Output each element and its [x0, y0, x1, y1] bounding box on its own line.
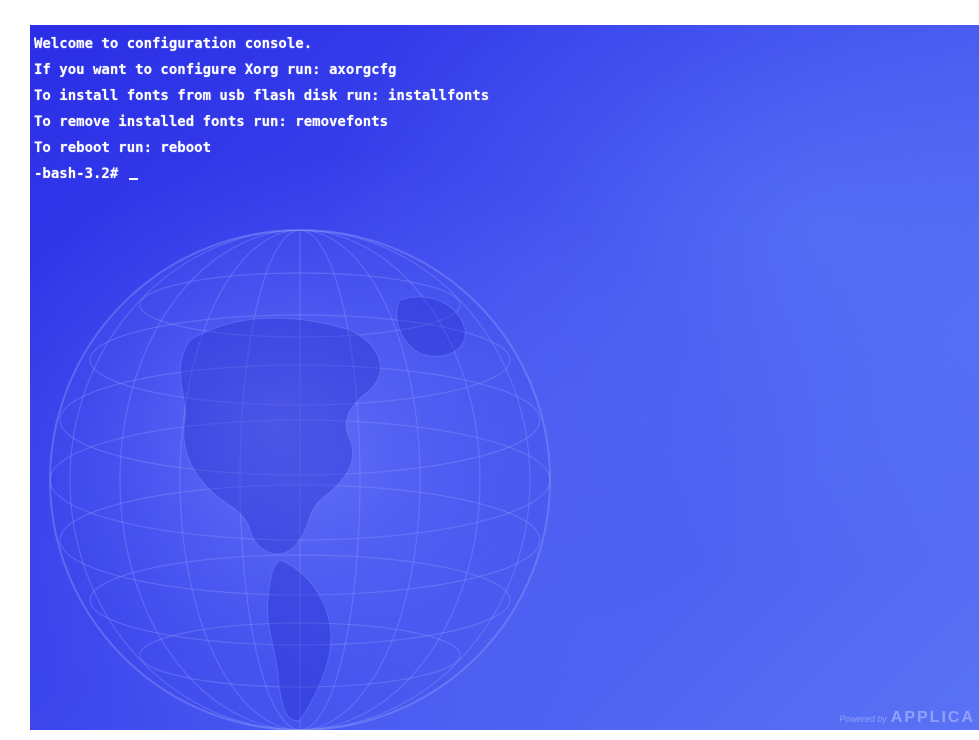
- shell-prompt: -bash-3.2#: [34, 166, 127, 182]
- console-line: To install fonts from usb flash disk run…: [34, 88, 490, 104]
- terminal-output: Welcome to configuration console. If you…: [34, 35, 489, 191]
- console-line: To remove installed fonts run: removefon…: [34, 114, 389, 130]
- console-screen[interactable]: Welcome to configuration console. If you…: [30, 25, 979, 730]
- console-line: If you want to configure Xorg run: axorg…: [34, 62, 397, 78]
- command-line[interactable]: -bash-3.2#: [34, 165, 489, 191]
- text-cursor: [128, 178, 138, 180]
- brand-watermark: Powered by APPLICA: [839, 709, 975, 727]
- console-line: To reboot run: reboot: [34, 140, 212, 156]
- watermark-prefix: Powered by: [839, 714, 887, 724]
- watermark-brand: APPLICA: [890, 709, 975, 726]
- console-line: Welcome to configuration console.: [34, 36, 313, 52]
- window-frame: Welcome to configuration console. If you…: [0, 0, 979, 740]
- globe-icon: [49, 229, 551, 730]
